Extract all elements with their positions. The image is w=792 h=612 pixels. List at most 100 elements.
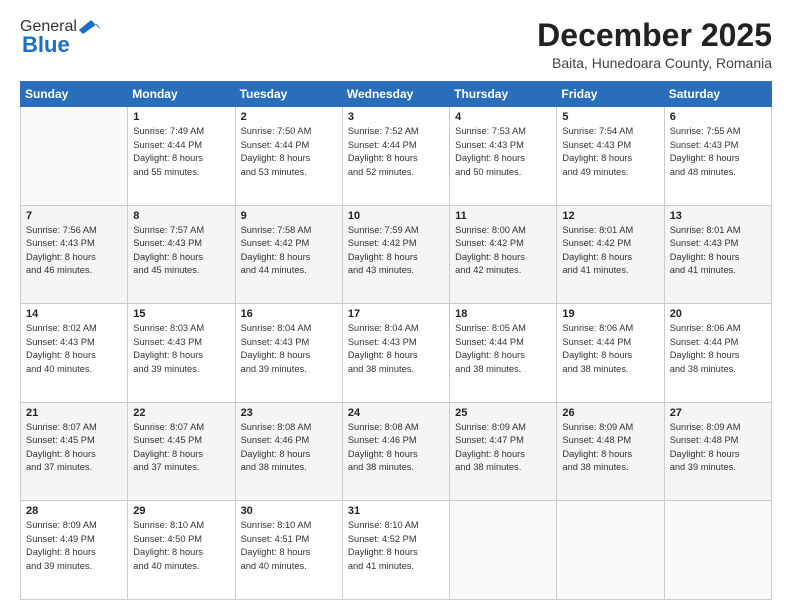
day-info: Sunrise: 8:04 AMSunset: 4:43 PMDaylight:… (348, 322, 444, 376)
table-row: 6 Sunrise: 7:55 AMSunset: 4:43 PMDaylight… (664, 107, 771, 206)
day-number: 11 (455, 210, 551, 222)
day-info: Sunrise: 8:10 AMSunset: 4:51 PMDaylight:… (241, 519, 337, 573)
title-block: December 2025 Baita, Hunedoara County, R… (537, 18, 772, 71)
table-row: 24Sunrise: 8:08 AMSunset: 4:46 PMDayligh… (342, 402, 449, 501)
logo-blue: Blue (22, 32, 70, 58)
day-info: Sunrise: 8:09 AMSunset: 4:48 PMDaylight:… (670, 421, 766, 475)
col-wednesday: Wednesday (342, 82, 449, 107)
table-row: 18 Sunrise: 8:05 AMSunset: 4:44 PMDayligh… (450, 304, 557, 403)
day-number: 31 (348, 505, 444, 517)
day-info: Sunrise: 8:00 AMSunset: 4:42 PMDaylight:… (455, 224, 551, 278)
location-subtitle: Baita, Hunedoara County, Romania (537, 55, 772, 71)
table-row: 29 Sunrise: 8:10 AMSunset: 4:50 PMDayligh… (128, 501, 235, 600)
page: General Blue December 2025 Baita, Hunedo… (0, 0, 792, 612)
day-info: Sunrise: 8:08 AMSunset: 4:46 PMDaylight:… (241, 421, 337, 475)
col-saturday: Saturday (664, 82, 771, 107)
table-row: 19 Sunrise: 8:06 AMSunset: 4:44 PMDayligh… (557, 304, 664, 403)
day-number: 5 (562, 111, 658, 123)
day-number: 25 (455, 407, 551, 419)
day-info: Sunrise: 8:09 AMSunset: 4:49 PMDaylight:… (26, 519, 122, 573)
table-row: 1Sunrise: 7:49 AMSunset: 4:44 PMDaylight… (128, 107, 235, 206)
day-number: 9 (241, 210, 337, 222)
day-number: 27 (670, 407, 766, 419)
table-row: 17 Sunrise: 8:04 AMSunset: 4:43 PMDayligh… (342, 304, 449, 403)
col-friday: Friday (557, 82, 664, 107)
day-info: Sunrise: 7:50 AMSunset: 4:44 PMDaylight:… (241, 125, 337, 179)
day-info: Sunrise: 8:07 AMSunset: 4:45 PMDaylight:… (133, 421, 229, 475)
calendar-week-row: 7 Sunrise: 7:56 AMSunset: 4:43 PMDaylight… (21, 205, 772, 304)
day-number: 22 (133, 407, 229, 419)
day-number: 1 (133, 111, 229, 123)
col-sunday: Sunday (21, 82, 128, 107)
table-row: 31 Sunrise: 8:10 AMSunset: 4:52 PMDayligh… (342, 501, 449, 600)
table-row (450, 501, 557, 600)
day-number: 6 (670, 111, 766, 123)
day-number: 18 (455, 308, 551, 320)
day-number: 23 (241, 407, 337, 419)
table-row: 4Sunrise: 7:53 AMSunset: 4:43 PMDaylight… (450, 107, 557, 206)
table-row: 23 Sunrise: 8:08 AMSunset: 4:46 PMDayligh… (235, 402, 342, 501)
day-number: 28 (26, 505, 122, 517)
table-row: 26 Sunrise: 8:09 AMSunset: 4:48 PMDayligh… (557, 402, 664, 501)
day-info: Sunrise: 8:07 AMSunset: 4:45 PMDaylight:… (26, 421, 122, 475)
day-info: Sunrise: 8:10 AMSunset: 4:50 PMDaylight:… (133, 519, 229, 573)
day-info: Sunrise: 8:02 AMSunset: 4:43 PMDaylight:… (26, 322, 122, 376)
table-row: 14 Sunrise: 8:02 AMSunset: 4:43 PMDayligh… (21, 304, 128, 403)
table-row: 25 Sunrise: 8:09 AMSunset: 4:47 PMDayligh… (450, 402, 557, 501)
table-row: 8Sunrise: 7:57 AMSunset: 4:43 PMDaylight… (128, 205, 235, 304)
calendar-week-row: 28 Sunrise: 8:09 AMSunset: 4:49 PMDayligh… (21, 501, 772, 600)
day-number: 30 (241, 505, 337, 517)
day-info: Sunrise: 8:09 AMSunset: 4:48 PMDaylight:… (562, 421, 658, 475)
calendar-week-row: 21 Sunrise: 8:07 AMSunset: 4:45 PMDayligh… (21, 402, 772, 501)
day-info: Sunrise: 8:09 AMSunset: 4:47 PMDaylight:… (455, 421, 551, 475)
day-number: 13 (670, 210, 766, 222)
table-row: 3Sunrise: 7:52 AMSunset: 4:44 PMDaylight… (342, 107, 449, 206)
month-title: December 2025 (537, 18, 772, 53)
day-info: Sunrise: 7:55 AMSunset: 4:43 PMDaylight:… (670, 125, 766, 179)
day-info: Sunrise: 8:10 AMSunset: 4:52 PMDaylight:… (348, 519, 444, 573)
day-info: Sunrise: 7:57 AMSunset: 4:43 PMDaylight:… (133, 224, 229, 278)
day-number: 14 (26, 308, 122, 320)
calendar-week-row: 1Sunrise: 7:49 AMSunset: 4:44 PMDaylight… (21, 107, 772, 206)
logo: General Blue (20, 18, 101, 58)
day-number: 16 (241, 308, 337, 320)
table-row: 5 Sunrise: 7:54 AMSunset: 4:43 PMDaylight… (557, 107, 664, 206)
table-row: 7 Sunrise: 7:56 AMSunset: 4:43 PMDaylight… (21, 205, 128, 304)
table-row: 12 Sunrise: 8:01 AMSunset: 4:42 PMDayligh… (557, 205, 664, 304)
day-number: 26 (562, 407, 658, 419)
day-info: Sunrise: 8:03 AMSunset: 4:43 PMDaylight:… (133, 322, 229, 376)
day-number: 7 (26, 210, 122, 222)
day-info: Sunrise: 7:54 AMSunset: 4:43 PMDaylight:… (562, 125, 658, 179)
table-row: 21 Sunrise: 8:07 AMSunset: 4:45 PMDayligh… (21, 402, 128, 501)
day-number: 15 (133, 308, 229, 320)
day-info: Sunrise: 7:58 AMSunset: 4:42 PMDaylight:… (241, 224, 337, 278)
day-number: 21 (26, 407, 122, 419)
table-row: 27 Sunrise: 8:09 AMSunset: 4:48 PMDayligh… (664, 402, 771, 501)
day-number: 12 (562, 210, 658, 222)
day-info: Sunrise: 7:56 AMSunset: 4:43 PMDaylight:… (26, 224, 122, 278)
col-thursday: Thursday (450, 82, 557, 107)
day-number: 29 (133, 505, 229, 517)
table-row: 11 Sunrise: 8:00 AMSunset: 4:42 PMDayligh… (450, 205, 557, 304)
day-number: 19 (562, 308, 658, 320)
table-row: 30 Sunrise: 8:10 AMSunset: 4:51 PMDayligh… (235, 501, 342, 600)
calendar-header-row: Sunday Monday Tuesday Wednesday Thursday… (21, 82, 772, 107)
table-row: 13 Sunrise: 8:01 AMSunset: 4:43 PMDayligh… (664, 205, 771, 304)
day-number: 20 (670, 308, 766, 320)
day-number: 2 (241, 111, 337, 123)
header: General Blue December 2025 Baita, Hunedo… (20, 18, 772, 71)
day-info: Sunrise: 7:52 AMSunset: 4:44 PMDaylight:… (348, 125, 444, 179)
table-row: 20Sunrise: 8:06 AMSunset: 4:44 PMDayligh… (664, 304, 771, 403)
table-row: 10Sunrise: 7:59 AMSunset: 4:42 PMDayligh… (342, 205, 449, 304)
day-number: 10 (348, 210, 444, 222)
day-number: 17 (348, 308, 444, 320)
table-row: 2 Sunrise: 7:50 AMSunset: 4:44 PMDaylight… (235, 107, 342, 206)
day-info: Sunrise: 8:06 AMSunset: 4:44 PMDaylight:… (562, 322, 658, 376)
day-info: Sunrise: 8:05 AMSunset: 4:44 PMDaylight:… (455, 322, 551, 376)
table-row (21, 107, 128, 206)
day-info: Sunrise: 8:01 AMSunset: 4:42 PMDaylight:… (562, 224, 658, 278)
table-row (664, 501, 771, 600)
day-info: Sunrise: 8:01 AMSunset: 4:43 PMDaylight:… (670, 224, 766, 278)
table-row: 16Sunrise: 8:04 AMSunset: 4:43 PMDayligh… (235, 304, 342, 403)
calendar-week-row: 14 Sunrise: 8:02 AMSunset: 4:43 PMDayligh… (21, 304, 772, 403)
